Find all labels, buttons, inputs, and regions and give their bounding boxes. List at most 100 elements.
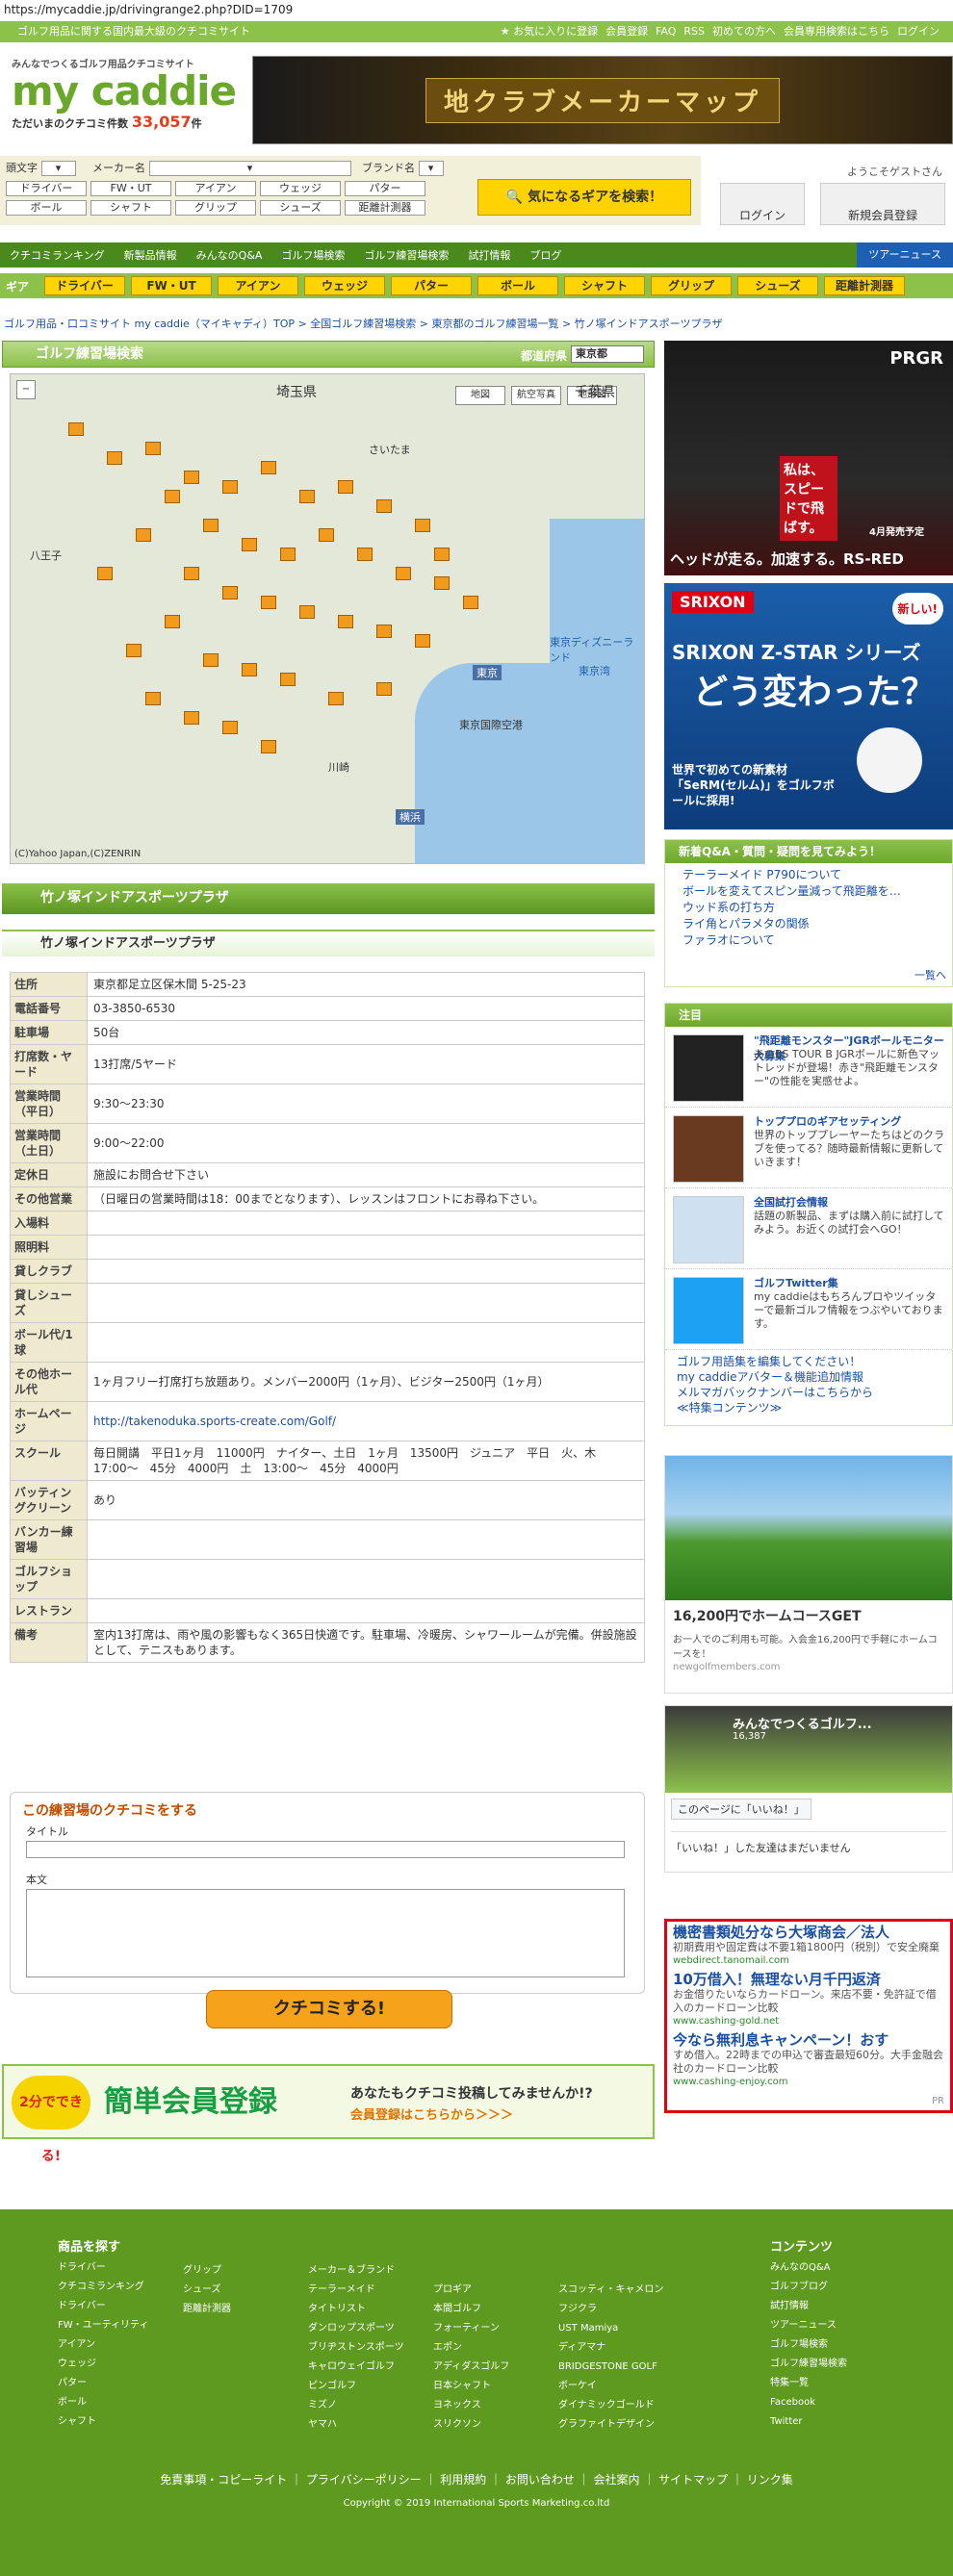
nav-trial[interactable]: 試打情報 [458, 247, 520, 263]
news-item[interactable]: ゴルフTwitter集 my caddieはもちろんプロやツイッターで最新ゴルフ情… [665, 1269, 952, 1350]
brand-select[interactable]: ▾ [418, 161, 444, 176]
footer-link[interactable]: ディアマナ [558, 2338, 663, 2358]
range-map-pin[interactable] [299, 605, 315, 619]
range-map-pin[interactable] [376, 499, 392, 513]
text-ad[interactable]: 10万借入！無理ない月千円返済 お金借りたいならカードローン。来店不要・免許証で借… [673, 1971, 944, 2028]
range-map-pin[interactable] [222, 480, 238, 494]
range-map-pin[interactable] [145, 692, 161, 705]
maker-select[interactable]: ▾ [148, 161, 351, 176]
initial-select[interactable]: ▾ [40, 161, 76, 176]
range-map-pin[interactable] [97, 567, 113, 580]
tab-fw[interactable]: FW・UT [131, 276, 212, 295]
tab-ball[interactable]: ボール [477, 276, 558, 295]
range-map-pin[interactable] [261, 461, 276, 474]
gear-fw[interactable]: FW・UT [90, 181, 171, 196]
gear-shaft[interactable]: シャフト [90, 200, 171, 216]
range-map-pin[interactable] [280, 673, 296, 686]
range-map-pin[interactable] [145, 442, 161, 455]
qa-item[interactable]: テーラーメイド P790について [665, 867, 952, 883]
footer-link[interactable]: シャフト [58, 2412, 148, 2432]
footer-link[interactable]: ヨネックス [433, 2396, 509, 2415]
range-map-pin[interactable] [319, 528, 334, 542]
map-type-aerial[interactable]: 航空写真 [511, 386, 561, 405]
footer-link[interactable]: 特集一覧 [770, 2374, 847, 2393]
review-submit-button[interactable]: クチコミする! [206, 1990, 452, 2028]
maker-map-banner[interactable]: 地クラブメーカーマップ [252, 56, 953, 144]
tab-putter[interactable]: パター [391, 276, 472, 295]
footer-link[interactable]: 距離計測器 [183, 2300, 231, 2319]
range-map-pin[interactable] [463, 596, 478, 609]
register-button[interactable]: 新規会員登録 [820, 183, 945, 225]
footer-link[interactable]: グリップ [183, 2261, 231, 2281]
footer-link[interactable]: スコッティ・キャメロン [558, 2281, 663, 2300]
footer-link[interactable]: スリクソン [433, 2415, 509, 2435]
footer-link[interactable]: アディダスゴルフ [433, 2358, 509, 2377]
range-map-pin[interactable] [299, 490, 315, 503]
member-search-link[interactable]: 会員専用検索はこちら [784, 21, 889, 42]
text-ad[interactable]: 今なら無利息キャンペーン！おす すめ借入。22時までの申込で審査最短60分。大手金… [673, 2031, 944, 2088]
prgr-ad[interactable]: PRGR 私は、スピードで飛ばす。 4月発売予定 ヘッドが走る。加速する。RS-… [664, 341, 953, 575]
nav-qa[interactable]: みんなのQ&A [187, 247, 272, 263]
fb-like-button[interactable]: このページに「いいね！」 [671, 1798, 811, 1820]
address-bar[interactable]: https://mycaddie.jp/drivingrange2.php?DI… [0, 0, 953, 21]
range-map-pin[interactable] [328, 692, 344, 705]
nav-course-search[interactable]: ゴルフ場検索 [271, 247, 354, 263]
range-map-pin[interactable] [203, 519, 219, 532]
range-map-pin[interactable] [415, 519, 430, 532]
footer-link[interactable]: アイアン [58, 2335, 148, 2355]
range-map-pin[interactable] [165, 615, 180, 628]
range-map-pin[interactable] [136, 528, 151, 542]
range-map-pin[interactable] [338, 615, 353, 628]
range-map-pin[interactable] [184, 711, 199, 725]
map-type-map[interactable]: 地図 [455, 386, 505, 405]
tab-iron[interactable]: アイアン [218, 276, 298, 295]
footer-link[interactable]: テーラーメイド [308, 2281, 404, 2300]
footer-link[interactable]: ダイナミックゴールド [558, 2396, 663, 2415]
footer-link[interactable]: FW・ユーティリティ [58, 2316, 148, 2335]
range-map-pin[interactable] [434, 576, 450, 590]
range-map-pin[interactable] [261, 596, 276, 609]
srixon-ad[interactable]: SRIXON 新しい! SRIXON Z-STAR シリーズ どう変わった？ 世… [664, 583, 953, 829]
footer-link[interactable]: タイトリスト [308, 2300, 404, 2319]
qa-more-link[interactable]: 一覧へ [914, 967, 946, 982]
footer-link[interactable]: グラファイトデザイン [558, 2415, 663, 2435]
range-map-pin[interactable] [434, 548, 450, 561]
footer-link[interactable]: みんなのQ&A [770, 2258, 847, 2278]
range-map-pin[interactable] [107, 451, 122, 465]
footer-link[interactable]: フォーティーン [433, 2319, 509, 2338]
footer-link[interactable]: エポン [433, 2338, 509, 2358]
nav-range-search[interactable]: ゴルフ練習場検索 [354, 247, 458, 263]
footer-link[interactable]: ブリヂストンスポーツ [308, 2338, 404, 2358]
footer-link[interactable]: パター [58, 2374, 148, 2393]
footer-link[interactable]: ダンロップスポーツ [308, 2319, 404, 2338]
footer-link[interactable]: ドライバー [58, 2297, 148, 2316]
pref-select[interactable]: 東京都 [571, 345, 644, 363]
range-map-pin[interactable] [126, 644, 142, 657]
footer-link[interactable]: ピンゴルフ [308, 2377, 404, 2396]
footer-link[interactable]: 日本シャフト [433, 2377, 509, 2396]
breadcrumb[interactable]: ゴルフ用品・口コミサイト my caddie（マイキャディ）TOP > 全国ゴル… [4, 316, 722, 331]
tab-driver[interactable]: ドライバー [44, 276, 125, 295]
side-link[interactable]: ゴルフ用語集を編集してください！ [665, 1354, 952, 1369]
member-register-banner[interactable]: 2分でできる! 簡単会員登録 あなたもクチコミ投稿してみませんか!? 会員登録は… [2, 2064, 655, 2164]
site-logo[interactable]: みんなでつくるゴルフ用品クチコミサイト my caddie ただいまのクチコミ件… [12, 56, 243, 152]
footer-link[interactable]: プロギア [433, 2281, 509, 2300]
footer-link[interactable]: ドライバー [58, 2258, 148, 2278]
gear-ball[interactable]: ボール [6, 200, 87, 216]
footer-link[interactable]: Twitter [770, 2412, 847, 2432]
fb-page-name[interactable]: みんなでつくるゴルフ... [733, 1714, 872, 1732]
range-map-pin[interactable] [415, 634, 430, 648]
review-body-input[interactable] [26, 1889, 625, 1977]
info-value[interactable]: http://takenoduka.sports-create.com/Golf… [87, 1401, 645, 1441]
gear-driver[interactable]: ドライバー [6, 181, 87, 196]
faq-link[interactable]: FAQ [656, 21, 676, 42]
range-map-pin[interactable] [338, 480, 353, 494]
footer-link[interactable]: ツアーニュース [770, 2316, 847, 2335]
range-map-pin[interactable] [357, 548, 373, 561]
tab-grip[interactable]: グリップ [651, 276, 732, 295]
gear-wedge[interactable]: ウェッジ [260, 181, 341, 196]
gear-iron[interactable]: アイアン [175, 181, 256, 196]
side-link[interactable]: my caddieアバター＆機能追加情報 [665, 1369, 952, 1385]
footer-link[interactable]: キャロウェイゴルフ [308, 2358, 404, 2377]
qa-item[interactable]: ウッド系の打ち方 [665, 900, 952, 916]
